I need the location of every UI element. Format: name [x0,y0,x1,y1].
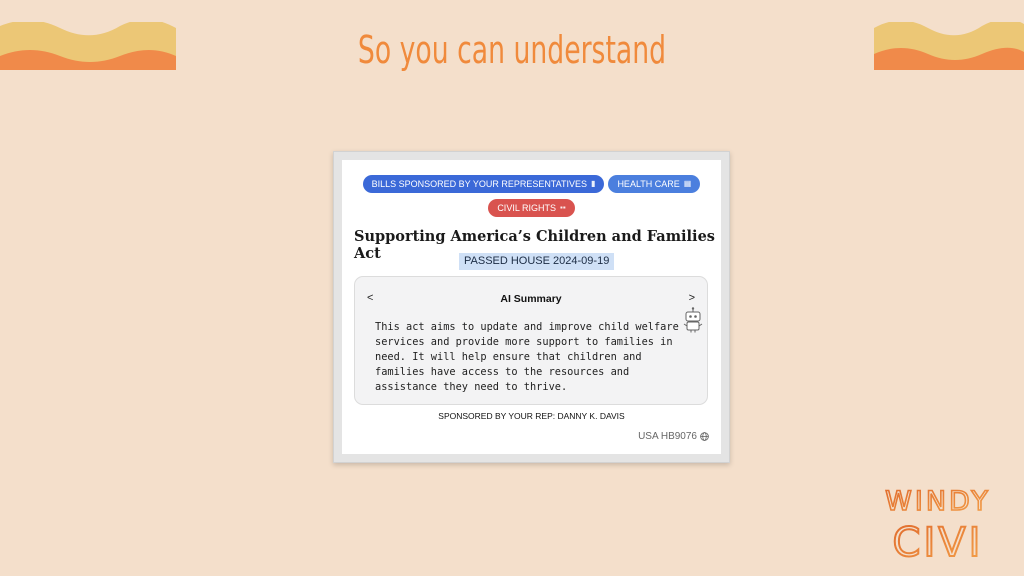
tag-label: HEALTH CARE [617,179,680,189]
people-icon: ▪▪ [560,203,566,212]
logo-line1: WINDY [885,486,991,517]
sponsor-line: SPONSORED BY YOUR REP: DANNY K. DAVIS [438,411,625,421]
bill-card-frame: BILLS SPONSORED BY YOUR REPRESENTATIVES … [333,151,730,463]
tag-row: CIVIL RIGHTS ▪▪ [342,199,721,217]
bill-id-link[interactable]: USA HB9076 [638,431,709,442]
logo-line2: CIVI [893,520,984,562]
bill-card[interactable]: BILLS SPONSORED BY YOUR REPRESENTATIVES … [342,160,721,454]
hospital-icon: ▦ [683,179,692,188]
tag-row: BILLS SPONSORED BY YOUR REPRESENTATIVES … [342,175,721,193]
tag-label: BILLS SPONSORED BY YOUR REPRESENTATIVES [371,179,588,189]
tag-health-care[interactable]: HEALTH CARE ▦ [608,175,701,193]
tag-label: CIVIL RIGHTS [497,203,556,213]
next-button[interactable]: > [689,292,695,304]
globe-icon [700,432,709,441]
bill-id-label: USA HB9076 [638,431,697,442]
tag-bills-sponsored[interactable]: BILLS SPONSORED BY YOUR REPRESENTATIVES … [362,175,605,193]
flag-icon: ▮ [591,179,596,188]
ai-summary-panel: < AI Summary > This act aims to update a… [354,276,708,405]
tag-civil-rights[interactable]: CIVIL RIGHTS ▪▪ [488,199,575,217]
status-badge: PASSED HOUSE 2024-09-19 [459,253,615,270]
summary-text: This act aims to update and improve chil… [375,321,679,393]
windy-civi-logo: WINDY CIVI [884,485,991,562]
slide-headline: So you can understand [357,28,667,72]
summary-heading: AI Summary [500,293,562,305]
